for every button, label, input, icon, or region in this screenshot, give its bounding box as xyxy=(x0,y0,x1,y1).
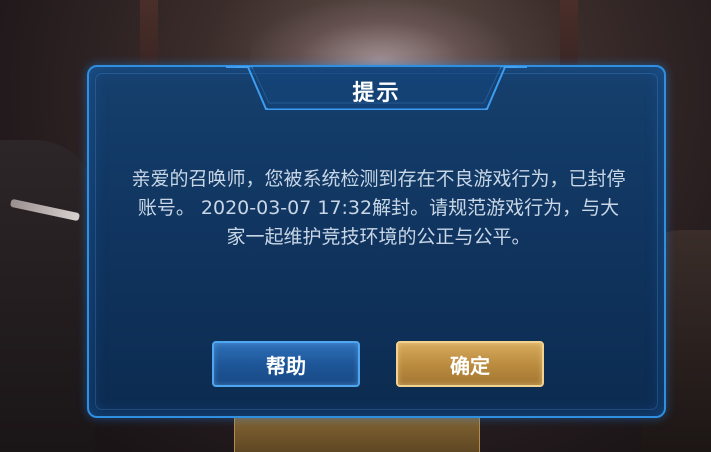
help-button-label: 帮助 xyxy=(266,353,306,378)
dialog-message: 亲爱的召唤师，您被系统检测到存在不良游戏行为，已封停账号。 2020-03-07… xyxy=(131,168,626,248)
dialog-title-tab: 提示 xyxy=(226,65,527,117)
help-button[interactable]: 帮助 xyxy=(212,341,360,387)
ban-notice-dialog: 提示 亲爱的召唤师，您被系统检测到存在不良游戏行为，已封停账号。 2020-03… xyxy=(87,65,666,418)
confirm-button[interactable]: 确定 xyxy=(396,341,544,387)
game-screen: 提示 亲爱的召唤师，您被系统检测到存在不良游戏行为，已封停账号。 2020-03… xyxy=(0,0,711,452)
confirm-button-label: 确定 xyxy=(450,353,490,378)
background-character-left xyxy=(0,140,95,452)
dialog-title: 提示 xyxy=(352,81,401,106)
